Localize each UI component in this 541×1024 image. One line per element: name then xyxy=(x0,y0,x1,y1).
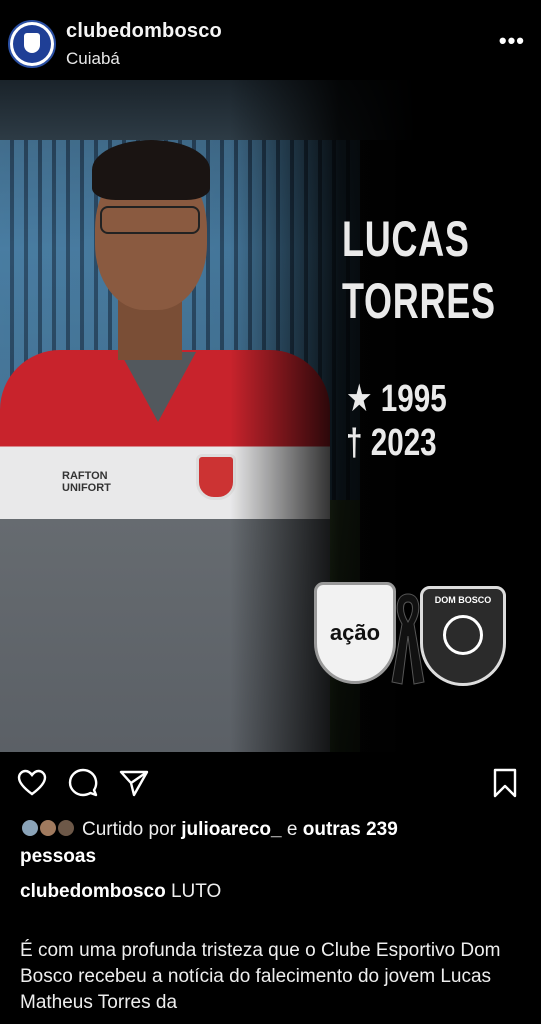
birth-year: ★ 1995 xyxy=(346,378,447,420)
liker-avatars xyxy=(20,818,78,838)
acao-logo: ação xyxy=(314,582,396,684)
likes-summary[interactable]: Curtido por julioareco_ e outras 239 pess… xyxy=(20,816,530,870)
post-actions xyxy=(0,752,541,812)
caption-header: clubedombosco LUTO xyxy=(20,881,221,903)
more-options-icon[interactable]: ••• xyxy=(499,28,525,54)
shirt-brand-text: RAFTON UNIFORT xyxy=(62,470,111,494)
death-year: † 2023 xyxy=(346,422,437,464)
post-header: clubedombosco Cuiabá ••• xyxy=(0,0,541,78)
caption-username[interactable]: clubedombosco xyxy=(20,881,166,902)
post-image[interactable]: RAFTON UNIFORT LUCAS TORRES ★ 1995 † 202… xyxy=(0,80,541,752)
post-username[interactable]: clubedombosco xyxy=(66,20,222,43)
liker-avatar xyxy=(56,818,76,838)
comment-icon[interactable] xyxy=(68,768,98,798)
liker-avatar xyxy=(38,818,58,838)
post-location[interactable]: Cuiabá xyxy=(66,49,120,69)
memorial-last-name: TORRES xyxy=(342,273,496,329)
memorial-first-name: LUCAS xyxy=(342,211,470,267)
others-count[interactable]: outras 239 xyxy=(303,819,398,840)
bookmark-icon[interactable] xyxy=(490,768,520,798)
caption-body: É com uma profunda tristeza que o Clube … xyxy=(20,940,501,1013)
heart-icon[interactable] xyxy=(17,768,47,798)
liker-avatar xyxy=(20,818,40,838)
avatar[interactable] xyxy=(8,20,56,68)
dom-bosco-logo: DOM BOSCO xyxy=(420,586,506,686)
share-icon[interactable] xyxy=(119,768,149,798)
club-crest-icon xyxy=(13,25,51,63)
glasses xyxy=(100,206,200,234)
caption-title: LUTO xyxy=(170,881,222,902)
club-logos: ação DOM BOSCO xyxy=(314,580,506,688)
liker-username[interactable]: julioareco_ xyxy=(181,819,281,840)
